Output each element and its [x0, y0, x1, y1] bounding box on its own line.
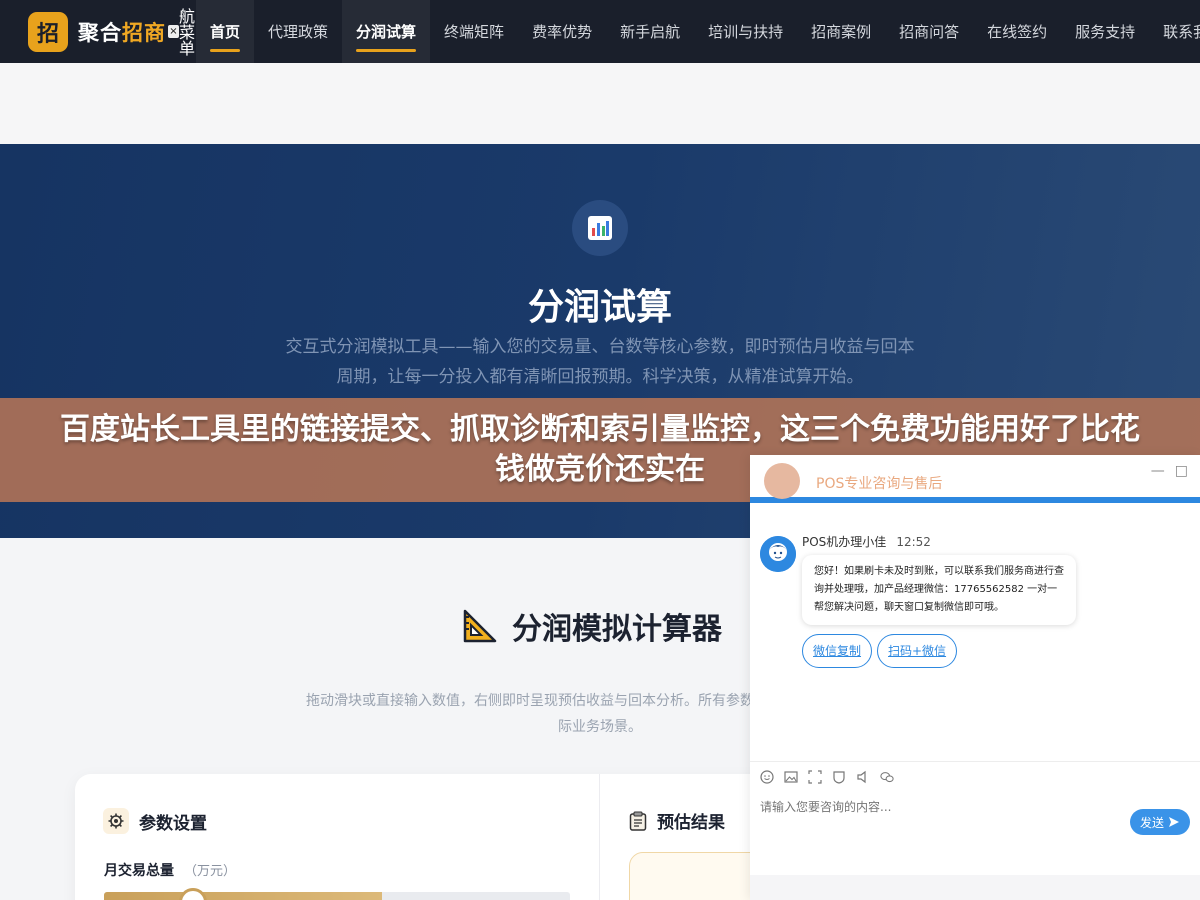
maximize-icon[interactable]: □ — [1175, 463, 1188, 479]
agent-avatar — [760, 536, 796, 572]
monthly-volume-label-text: 月交易总量 — [104, 863, 174, 879]
nav-item-home[interactable]: 首页 — [196, 0, 255, 63]
card-divider — [599, 774, 600, 900]
calculator-title-text: 分润模拟计算器 — [512, 612, 722, 647]
blank-section — [0, 63, 1200, 144]
chat-title: POS专业咨询与售后 — [816, 476, 943, 492]
params-title: 参数设置 — [139, 813, 207, 834]
menu-label[interactable]: 航菜单 — [176, 8, 196, 56]
nav-item-contact[interactable]: 联系我们 — [1149, 0, 1200, 63]
chat-controls: — □ — [1151, 463, 1188, 479]
nav-item-rate-advantage[interactable]: 费率优势 — [518, 0, 606, 63]
agent-name: POS机办理小佳 — [802, 535, 887, 549]
chat-divider — [750, 761, 1200, 762]
params-heading: 参数设置 — [103, 808, 207, 834]
slider-thumb[interactable] — [178, 888, 207, 900]
message-time: 12:52 — [896, 535, 931, 549]
hero-title: 分润试算 — [527, 287, 672, 328]
voice-icon[interactable] — [856, 770, 870, 784]
nav-item-profit-calc[interactable]: 分润试算 — [342, 0, 431, 63]
wechat-icon[interactable] — [880, 770, 894, 784]
logo[interactable]: 招 聚合招商 × — [28, 11, 179, 52]
top-nav: 招 聚合招商 × 航菜单 首页 代理政策 分润试算 终端矩阵 费率优势 新手启航… — [0, 0, 1200, 63]
slider-fill — [104, 892, 383, 900]
chat-avatar — [764, 463, 800, 499]
monthly-volume-unit: （万元） — [184, 864, 237, 879]
chat-widget: POS专业咨询与售后 — □ POS机办理小佳 12:52 您好！如果刷卡未及时到… — [750, 455, 1200, 900]
minimize-icon[interactable]: — — [1151, 463, 1165, 479]
chat-toolbar — [760, 770, 894, 784]
triangle-ruler-icon — [462, 608, 498, 644]
rating-icon[interactable] — [832, 770, 846, 784]
scan-wechat-button[interactable]: 扫码+微信 — [877, 634, 958, 668]
calculator-card: 参数设置 月交易总量 （万元） 预估结果 — [75, 774, 835, 900]
nav-item-agency-policy[interactable]: 代理政策 — [254, 0, 342, 63]
nav-items: 首页 代理政策 分润试算 终端矩阵 费率优势 新手启航 培训与扶持 招商案例 招… — [196, 0, 1200, 63]
nav-item-cases[interactable]: 招商案例 — [797, 0, 885, 63]
copy-wechat-button[interactable]: 微信复制 — [802, 634, 873, 668]
nav-item-training[interactable]: 培训与扶持 — [694, 0, 797, 63]
chart-icon — [572, 200, 628, 256]
calculator-title: 分润模拟计算器 — [462, 604, 722, 648]
send-button[interactable]: 发送 — [1130, 809, 1190, 835]
gear-icon — [103, 808, 129, 834]
chat-header: POS专业咨询与售后 — □ — [750, 455, 1200, 503]
logo-badge: 招 — [28, 11, 68, 52]
results-heading: 预估结果 — [629, 808, 725, 833]
clipboard-icon — [629, 811, 647, 831]
image-icon[interactable] — [784, 770, 798, 784]
chat-input[interactable] — [760, 800, 1120, 814]
nav-item-online-signing[interactable]: 在线签约 — [973, 0, 1061, 63]
nav-item-support[interactable]: 服务支持 — [1061, 0, 1149, 63]
monthly-volume-slider[interactable] — [104, 892, 570, 900]
monthly-volume-label: 月交易总量 （万元） — [104, 860, 236, 880]
logo-text-accent: 招商 — [122, 20, 166, 45]
nav-item-terminals[interactable]: 终端矩阵 — [430, 0, 518, 63]
nav-item-getting-started[interactable]: 新手启航 — [606, 0, 694, 63]
nav-item-faq[interactable]: 招商问答 — [885, 0, 973, 63]
results-title: 预估结果 — [657, 813, 725, 833]
send-icon — [1168, 816, 1180, 828]
agent-meta: POS机办理小佳 12:52 — [802, 533, 931, 550]
screenshot-icon[interactable] — [808, 770, 822, 784]
logo-text-main: 聚合 — [78, 20, 122, 45]
emoji-icon[interactable] — [760, 770, 774, 784]
chat-footer — [750, 875, 1200, 900]
hero-description: 交互式分润模拟工具——输入您的交易量、台数等核心参数，即时预估月收益与回本周期，… — [285, 337, 915, 387]
agent-message: 您好！如果刷卡未及时到账，可以联系我们服务商进行查询并处理哦，加产品经理微信：1… — [802, 555, 1076, 625]
logo-text: 聚合招商 — [78, 17, 166, 47]
send-label: 发送 — [1139, 815, 1164, 830]
